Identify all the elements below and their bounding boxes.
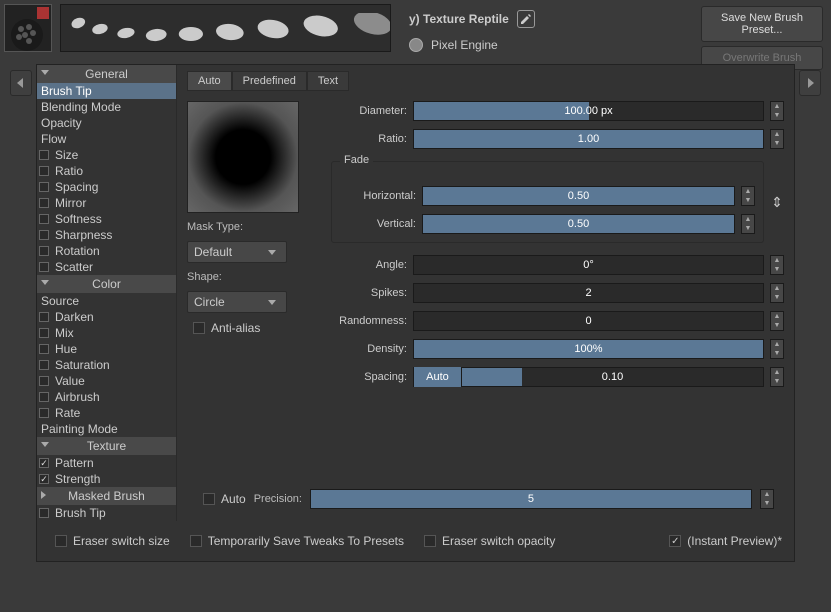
tree-item-mix[interactable]: Mix [37, 325, 176, 341]
diameter-label: Diameter: [331, 105, 407, 117]
tree-item-strength[interactable]: ✓Strength [37, 471, 176, 487]
tree-group-masked-brush[interactable]: Masked Brush [37, 487, 176, 505]
density-label: Density: [331, 343, 407, 355]
next-preset-button[interactable] [799, 70, 821, 96]
tree-item-spacing[interactable]: Spacing [37, 179, 176, 195]
save-preset-button[interactable]: Save New Brush Preset... [701, 6, 823, 42]
tree-item-scatter[interactable]: Scatter [37, 259, 176, 275]
angle-label: Angle: [331, 259, 407, 271]
tree-item-sharpness[interactable]: Sharpness [37, 227, 176, 243]
randomness-label: Randomness: [331, 315, 407, 327]
spacing-label: Spacing: [331, 371, 407, 383]
spacing-slider[interactable]: Auto 0.10 [413, 367, 764, 387]
chevron-down-icon [268, 250, 276, 255]
spikes-slider[interactable]: 2 [413, 283, 764, 303]
tab-text[interactable]: Text [307, 71, 349, 91]
tree-item-rotation[interactable]: Rotation [37, 243, 176, 259]
ratio-label: Ratio: [331, 133, 407, 145]
ratio-spinner[interactable]: ▲▼ [770, 129, 784, 149]
tree-item-saturation[interactable]: Saturation [37, 357, 176, 373]
randomness-slider[interactable]: 0 [413, 311, 764, 331]
tree-item-darken[interactable]: Darken [37, 309, 176, 325]
precision-slider[interactable]: 5 [310, 489, 752, 509]
fade-legend: Fade [340, 154, 373, 166]
diameter-spinner[interactable]: ▲▼ [770, 101, 784, 121]
mask-type-label: Mask Type: [187, 221, 317, 233]
tip-preview [187, 101, 299, 213]
eraser-switch-size-checkbox[interactable]: Eraser switch size [49, 534, 170, 548]
tab-auto[interactable]: Auto [187, 71, 232, 91]
angle-spinner[interactable]: ▲▼ [770, 255, 784, 275]
chevron-down-icon [268, 300, 276, 305]
tree-item-hue[interactable]: Hue [37, 341, 176, 357]
tree-item-source[interactable]: Source [37, 293, 176, 309]
tree-item-size[interactable]: Size [37, 147, 176, 163]
shape-label: Shape: [187, 271, 317, 283]
fade-horiz-slider[interactable]: 0.50 [422, 186, 735, 206]
fade-link-icon[interactable]: ⇕ [770, 194, 784, 211]
fade-horiz-label: Horizontal: [340, 190, 416, 202]
tree-item-mirror[interactable]: Mirror [37, 195, 176, 211]
eraser-switch-opacity-checkbox[interactable]: Eraser switch opacity [418, 534, 555, 548]
angle-slider[interactable]: 0° [413, 255, 764, 275]
engine-icon [409, 38, 423, 52]
tree-group-general[interactable]: General [37, 65, 176, 83]
precision-label: Precision: [254, 493, 302, 505]
ratio-slider[interactable]: 1.00 [413, 129, 764, 149]
mask-type-combo[interactable]: Default [187, 241, 287, 263]
tree-item-masked-brush-tip[interactable]: Brush Tip [37, 505, 176, 521]
fade-horiz-spinner[interactable]: ▲▼ [741, 186, 755, 206]
fade-vert-label: Vertical: [340, 218, 416, 230]
tree-item-value[interactable]: Value [37, 373, 176, 389]
density-slider[interactable]: 100% [413, 339, 764, 359]
tree-item-airbrush[interactable]: Airbrush [37, 389, 176, 405]
engine-label: Pixel Engine [431, 38, 498, 52]
spikes-label: Spikes: [331, 287, 407, 299]
tree-item-brush-tip[interactable]: Brush Tip [37, 83, 176, 99]
tab-predefined[interactable]: Predefined [232, 71, 307, 91]
brush-title: y) Texture Reptile [409, 12, 509, 26]
tree-group-color[interactable]: Color [37, 275, 176, 293]
tree-item-pattern[interactable]: ✓Pattern [37, 455, 176, 471]
spikes-spinner[interactable]: ▲▼ [770, 283, 784, 303]
tree-item-rate[interactable]: Rate [37, 405, 176, 421]
brush-stroke-preview [60, 4, 391, 52]
brush-preset-icon[interactable] [4, 4, 52, 52]
settings-tree[interactable]: General Brush Tip Blending Mode Opacity … [37, 65, 177, 521]
shape-combo[interactable]: Circle [187, 291, 287, 313]
tree-item-painting-mode[interactable]: Painting Mode [37, 421, 176, 437]
tree-item-opacity[interactable]: Opacity [37, 115, 176, 131]
instant-preview-checkbox[interactable]: ✓(Instant Preview)* [663, 534, 782, 548]
temp-save-tweaks-checkbox[interactable]: Temporarily Save Tweaks To Presets [184, 534, 404, 548]
fade-vert-slider[interactable]: 0.50 [422, 214, 735, 234]
tree-item-flow[interactable]: Flow [37, 131, 176, 147]
density-spinner[interactable]: ▲▼ [770, 339, 784, 359]
tree-item-ratio[interactable]: Ratio [37, 163, 176, 179]
antialias-checkbox[interactable]: Anti-alias [187, 321, 317, 335]
tree-group-texture[interactable]: Texture [37, 437, 176, 455]
rename-icon[interactable] [517, 10, 535, 28]
precision-spinner[interactable]: ▲▼ [760, 489, 774, 509]
spacing-spinner[interactable]: ▲▼ [770, 367, 784, 387]
prev-preset-button[interactable] [10, 70, 32, 96]
diameter-slider[interactable]: 100.00 px [413, 101, 764, 121]
randomness-spinner[interactable]: ▲▼ [770, 311, 784, 331]
tree-item-softness[interactable]: Softness [37, 211, 176, 227]
precision-auto-checkbox[interactable]: Auto [197, 492, 246, 506]
fade-vert-spinner[interactable]: ▲▼ [741, 214, 755, 234]
tree-item-blending-mode[interactable]: Blending Mode [37, 99, 176, 115]
